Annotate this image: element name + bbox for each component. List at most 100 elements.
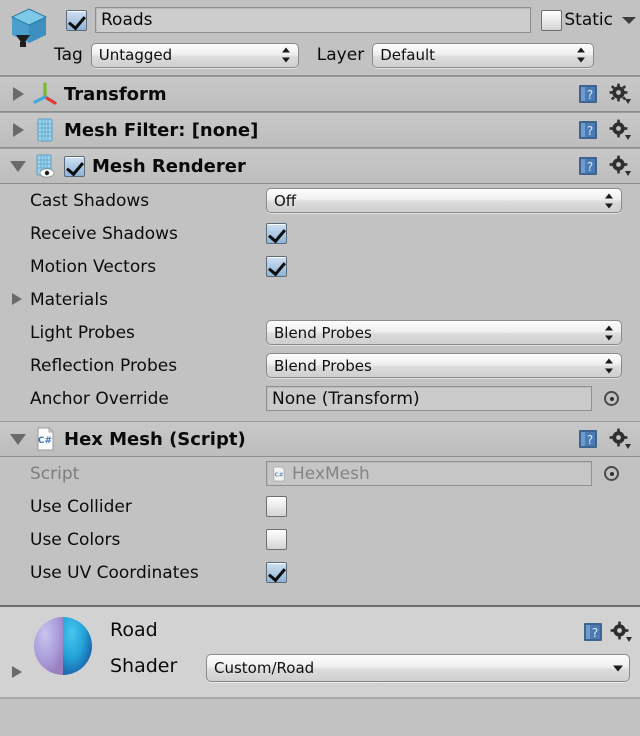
prop-label: Script [30, 463, 80, 484]
static-label: Static [564, 10, 613, 30]
prop-use-colors: Use Colors [0, 523, 640, 556]
gear-icon[interactable] [610, 621, 632, 643]
prop-label: Use Collider [30, 496, 132, 517]
component-header-transform[interactable]: Transform ? [0, 76, 640, 112]
cast-shadows-dropdown[interactable]: Off [266, 188, 622, 213]
mesh-filter-icon [33, 117, 57, 143]
reflection-probes-value: Blend Probes [274, 356, 372, 375]
prop-script: Script C# HexMesh [0, 457, 640, 490]
chevron-down-icon[interactable] [622, 16, 636, 24]
prop-use-collider: Use Collider [0, 490, 640, 523]
gear-icon[interactable] [609, 83, 631, 105]
shader-value: Custom/Road [214, 659, 315, 677]
updown-arrows-icon [605, 193, 614, 208]
shader-dropdown[interactable]: Custom/Road [206, 654, 630, 682]
csharp-script-icon: C# [273, 466, 285, 481]
help-book-icon[interactable]: ? [582, 621, 604, 643]
prop-anchor-override: Anchor Override None (Transform) [0, 382, 640, 415]
mesh-renderer-icon [33, 153, 57, 179]
layer-dropdown[interactable]: Default [372, 42, 595, 68]
prop-receive-shadows: Receive Shadows [0, 217, 640, 250]
svg-text:C#: C# [275, 472, 284, 478]
gameobject-name-input[interactable]: Roads [95, 7, 532, 33]
inspector-header: Roads Static Tag Untagged Layer Default [0, 0, 640, 76]
object-picker-icon[interactable] [604, 391, 619, 406]
updown-arrows-icon [281, 47, 291, 63]
use-colors-checkbox[interactable] [266, 529, 287, 550]
cast-shadows-value: Off [274, 191, 297, 210]
prop-label: Cast Shadows [30, 190, 150, 211]
light-probes-dropdown[interactable]: Blend Probes [266, 320, 622, 345]
tag-value: Untagged [98, 46, 173, 64]
reflection-probes-dropdown[interactable]: Blend Probes [266, 353, 622, 378]
csharp-script-icon: C# [33, 426, 57, 452]
help-book-icon[interactable]: ? [577, 155, 599, 177]
static-checkbox[interactable] [541, 9, 563, 31]
svg-text:?: ? [587, 160, 593, 174]
prop-reflection-probes: Reflection Probes Blend Probes [0, 349, 640, 382]
prop-label: Reflection Probes [30, 355, 178, 376]
foldout-arrow-mesh-filter[interactable] [10, 121, 28, 139]
help-book-icon[interactable]: ? [577, 83, 599, 105]
updown-arrows-icon [577, 47, 586, 63]
prop-label: Anchor Override [30, 388, 169, 409]
prop-label: Light Probes [30, 322, 135, 343]
tag-dropdown[interactable]: Untagged [90, 42, 299, 68]
material-sphere-preview[interactable] [32, 615, 94, 677]
prop-motion-vectors: Motion Vectors [0, 250, 640, 283]
svg-text:?: ? [587, 124, 593, 138]
material-name: Road [110, 619, 158, 641]
prop-label: Materials [30, 289, 108, 310]
prop-cast-shadows: Cast Shadows Off [0, 184, 640, 217]
foldout-arrow-material[interactable] [10, 665, 26, 681]
svg-text:?: ? [592, 626, 598, 640]
material-header-block: Road ? Shader Custom/Road [0, 607, 640, 699]
gameobject-name-row: Roads Static [66, 6, 636, 34]
gear-icon[interactable] [609, 119, 631, 141]
script-objectfield[interactable]: C# HexMesh [266, 461, 592, 486]
layer-value: Default [380, 46, 435, 64]
updown-arrows-icon [605, 358, 614, 373]
script-value: HexMesh [292, 463, 370, 484]
foldout-arrow-transform[interactable] [10, 85, 28, 103]
help-book-icon[interactable]: ? [577, 428, 599, 450]
anchor-override-value: None (Transform) [272, 388, 420, 409]
use-uv-coordinates-checkbox[interactable] [266, 562, 287, 583]
component-title: Transform [64, 83, 167, 105]
updown-arrows-icon [605, 325, 614, 340]
gameobject-cube-icon[interactable] [8, 6, 50, 50]
foldout-arrow-hex-mesh[interactable] [10, 430, 28, 448]
prop-materials[interactable]: Materials [0, 283, 640, 316]
prop-label: Motion Vectors [30, 256, 157, 277]
object-picker-icon[interactable] [604, 466, 619, 481]
foldout-arrow-materials[interactable] [10, 292, 26, 308]
component-title: Hex Mesh (Script) [64, 428, 246, 450]
light-probes-value: Blend Probes [274, 323, 372, 342]
layer-label: Layer [316, 45, 365, 65]
gear-icon[interactable] [609, 155, 631, 177]
component-title: Mesh Filter: [none] [64, 119, 259, 141]
chevron-down-icon [613, 661, 623, 676]
hex-mesh-body: Script C# HexMesh Use Collider Use Color… [0, 457, 640, 603]
help-book-icon[interactable]: ? [577, 119, 599, 141]
prop-label: Receive Shadows [30, 223, 178, 244]
anchor-override-objectfield[interactable]: None (Transform) [266, 386, 592, 411]
mesh-renderer-enable-checkbox[interactable] [64, 155, 85, 177]
material-bottom-divider [0, 697, 640, 699]
prop-light-probes: Light Probes Blend Probes [0, 316, 640, 349]
component-header-mesh-filter[interactable]: Mesh Filter: [none] ? [0, 112, 640, 148]
gameobject-active-checkbox[interactable] [66, 9, 87, 31]
motion-vectors-checkbox[interactable] [266, 256, 287, 277]
foldout-arrow-mesh-renderer[interactable] [10, 157, 28, 175]
prop-label: Use Colors [30, 529, 121, 550]
svg-text:C#: C# [38, 436, 52, 446]
svg-text:?: ? [587, 88, 593, 102]
component-header-mesh-renderer[interactable]: Mesh Renderer ? [0, 148, 640, 184]
component-header-hex-mesh[interactable]: C# Hex Mesh (Script) ? [0, 421, 640, 457]
use-collider-checkbox[interactable] [266, 496, 287, 517]
transform-axis-icon [33, 81, 57, 107]
receive-shadows-checkbox[interactable] [266, 223, 287, 244]
gear-icon[interactable] [609, 428, 631, 450]
tag-layer-row: Tag Untagged Layer Default [54, 41, 634, 69]
